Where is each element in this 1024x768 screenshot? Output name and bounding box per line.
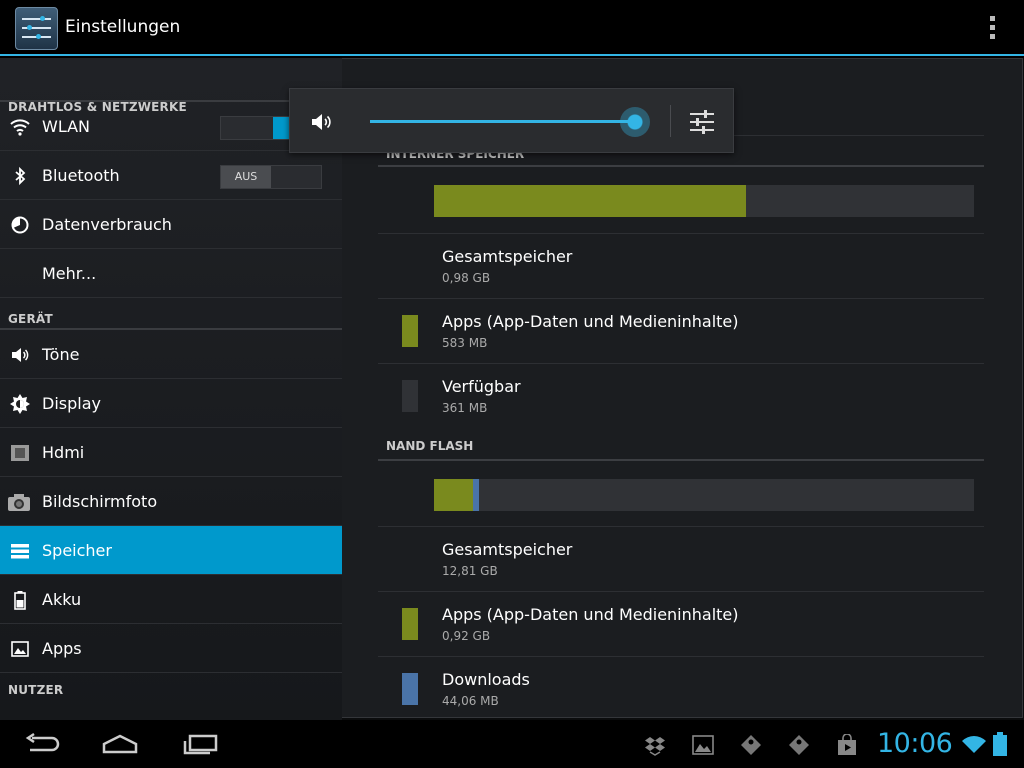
- equalizer-settings-icon[interactable]: [688, 109, 716, 135]
- downloads-color-swatch: [402, 673, 418, 705]
- toggle-off-label: AUS: [221, 166, 271, 188]
- sidebar-item-label: Akku: [42, 590, 82, 609]
- wifi-icon[interactable]: [961, 734, 987, 754]
- wifi-icon: [10, 119, 30, 136]
- storage-item-available[interactable]: Verfügbar 361 MB: [378, 364, 984, 428]
- speaker-icon: [12, 348, 29, 362]
- sidebar-item-label: Töne: [42, 345, 80, 364]
- downloads-segment: [473, 479, 479, 511]
- internal-storage-bar: [434, 185, 974, 217]
- storage-item-value: 0,92 GB: [442, 629, 491, 643]
- sidebar-item-datenverbrauch[interactable]: Datenverbrauch: [0, 200, 342, 249]
- system-bar: 10:06: [0, 720, 1024, 768]
- sidebar-item-display[interactable]: Display: [0, 379, 342, 428]
- clock[interactable]: 10:06: [877, 728, 953, 759]
- speaker-icon[interactable]: [310, 111, 334, 133]
- overflow-menu-icon[interactable]: [987, 16, 997, 42]
- bluetooth-icon: [15, 166, 26, 186]
- back-icon[interactable]: [22, 732, 62, 756]
- sidebar-item-label: Hdmi: [42, 443, 85, 462]
- storage-item-value: 361 MB: [442, 401, 488, 415]
- sidebar-item-mehr[interactable]: Mehr...: [0, 249, 342, 298]
- storage-item-apps[interactable]: Apps (App-Daten und Medieninhalte) 0,92 …: [378, 592, 984, 656]
- sidebar-item-bluetooth[interactable]: Bluetooth AUS: [0, 151, 342, 200]
- storage-panel: INTERNER SPEICHER Gesamtspeicher 0,98 GB…: [342, 58, 1023, 718]
- storage-item-value: 583 MB: [442, 336, 488, 350]
- volume-popup: [289, 88, 734, 153]
- data-usage-icon: [11, 216, 29, 234]
- storage-item-title: Gesamtspeicher: [442, 540, 573, 559]
- home-icon[interactable]: [100, 732, 140, 756]
- settings-list: DRAHTLOS & NETZWERKE WLAN Bluetooth AUS …: [0, 58, 342, 720]
- gallery-icon[interactable]: [692, 734, 714, 756]
- storage-item-apps[interactable]: Apps (App-Daten und Medieninhalte) 583 M…: [378, 299, 984, 363]
- sidebar-item-speicher[interactable]: Speicher: [0, 526, 342, 575]
- sidebar-item-hdmi[interactable]: Hdmi: [0, 428, 342, 477]
- storage-item-title: Gesamtspeicher: [442, 247, 573, 266]
- storage-item-value: 12,81 GB: [442, 564, 498, 578]
- puzzle-icon[interactable]: [740, 734, 762, 756]
- sidebar-item-label: WLAN: [42, 117, 91, 136]
- free-color-swatch: [402, 380, 418, 412]
- sidebar-item-bildschirmfoto[interactable]: Bildschirmfoto: [0, 477, 342, 526]
- sidebar-item-label: Datenverbrauch: [42, 215, 172, 234]
- volume-slider-thumb[interactable]: [620, 107, 650, 137]
- sidebar-item-label: Speicher: [42, 541, 112, 560]
- sidebar-item-toene[interactable]: Töne: [0, 330, 342, 379]
- puzzle-icon[interactable]: [788, 734, 810, 756]
- sidebar-item-label: Bluetooth: [42, 166, 120, 185]
- battery-icon: [14, 591, 26, 610]
- brightness-icon: [10, 394, 30, 414]
- nand-storage-bar: [434, 479, 974, 511]
- sidebar-item-label: Apps: [42, 639, 82, 658]
- sidebar-item-apps[interactable]: Apps: [0, 624, 342, 673]
- apps-segment: [434, 185, 746, 217]
- storage-item-title: Apps (App-Daten und Medieninhalte): [442, 605, 739, 624]
- storage-item-title: Verfügbar: [442, 377, 521, 396]
- sidebar-item-label: Bildschirmfoto: [42, 492, 158, 511]
- section-header-nand: NAND FLASH: [386, 439, 474, 453]
- sidebar-item-akku[interactable]: Akku: [0, 575, 342, 624]
- storage-item-value: 0,98 GB: [442, 271, 491, 285]
- app-title: Einstellungen: [65, 17, 181, 37]
- action-bar: Einstellungen: [0, 0, 1024, 56]
- bluetooth-toggle[interactable]: AUS: [220, 165, 322, 189]
- dropbox-icon[interactable]: [644, 734, 666, 756]
- storage-icon: [11, 544, 29, 559]
- volume-slider-track[interactable]: [370, 120, 635, 123]
- apps-color-swatch: [402, 315, 418, 347]
- apps-icon: [11, 641, 29, 657]
- apps-color-swatch: [402, 608, 418, 640]
- hdmi-icon: [11, 445, 29, 461]
- storage-pane: INTERNER SPEICHER Gesamtspeicher 0,98 GB…: [342, 58, 1024, 720]
- storage-item-downloads[interactable]: Downloads 44,06 MB: [378, 657, 984, 721]
- storage-item-total[interactable]: Gesamtspeicher 0,98 GB: [378, 234, 984, 298]
- recent-apps-icon[interactable]: [180, 732, 220, 756]
- settings-sliders-icon[interactable]: [15, 7, 58, 50]
- section-header: NUTZER: [8, 683, 64, 697]
- section-header: GERÄT: [8, 312, 53, 326]
- sidebar-item-label: Display: [42, 394, 101, 413]
- apps-segment: [434, 479, 473, 511]
- storage-item-title: Apps (App-Daten und Medieninhalte): [442, 312, 739, 331]
- storage-item-title: Downloads: [442, 670, 530, 689]
- camera-icon: [8, 494, 30, 511]
- section-divider: [378, 459, 984, 461]
- battery-icon[interactable]: [993, 732, 1007, 756]
- storage-item-value: 44,06 MB: [442, 694, 499, 708]
- divider: [670, 105, 671, 137]
- storage-item-total[interactable]: Gesamtspeicher 12,81 GB: [378, 527, 984, 591]
- section-divider: [378, 165, 984, 167]
- sidebar-item-label: Mehr...: [42, 264, 97, 283]
- store-icon[interactable]: [836, 734, 858, 756]
